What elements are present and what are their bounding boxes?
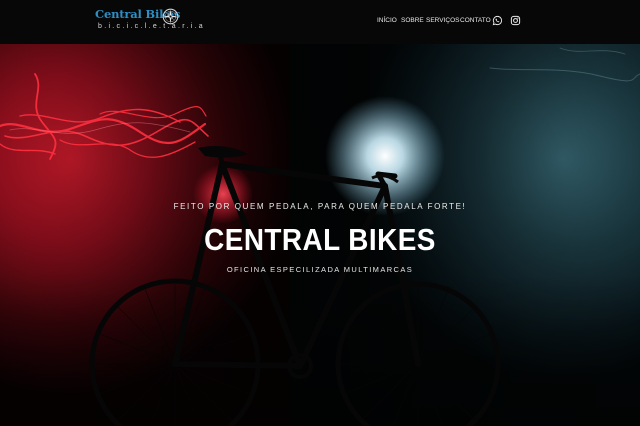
- logo-tagline: b.i.c.i.c.l.e.t.a.r.i.a: [98, 23, 205, 30]
- top-navigation-bar: Central Bikes b.i.c.i.c.l.e.t.a.r.i.a IN…: [0, 0, 640, 44]
- site-logo[interactable]: Central Bikes b.i.c.i.c.l.e.t.a.r.i.a: [95, 6, 203, 38]
- instagram-icon[interactable]: [510, 15, 521, 26]
- hero-section: FEITO POR QUEM PEDALA, PARA QUEM PEDALA …: [0, 44, 640, 426]
- hero-subtitle: OFICINA ESPECILIZADA MULTIMARCAS: [226, 265, 414, 274]
- nav-item-contato[interactable]: CONTATO: [460, 17, 491, 24]
- nav-item-sobre[interactable]: SOBRE: [401, 17, 424, 24]
- whatsapp-icon[interactable]: [492, 15, 503, 26]
- hero-text-block: FEITO POR QUEM PEDALA, PARA QUEM PEDALA …: [0, 44, 640, 426]
- hero-title: CENTRAL BIKES: [204, 222, 436, 257]
- page: Central Bikes b.i.c.i.c.l.e.t.a.r.i.a IN…: [0, 0, 640, 426]
- nav-item-servicos[interactable]: SERVIÇOS: [426, 17, 459, 24]
- hero-kicker: FEITO POR QUEM PEDALA, PARA QUEM PEDALA …: [173, 202, 467, 211]
- nav-item-inicio[interactable]: INÍCIO: [377, 17, 397, 24]
